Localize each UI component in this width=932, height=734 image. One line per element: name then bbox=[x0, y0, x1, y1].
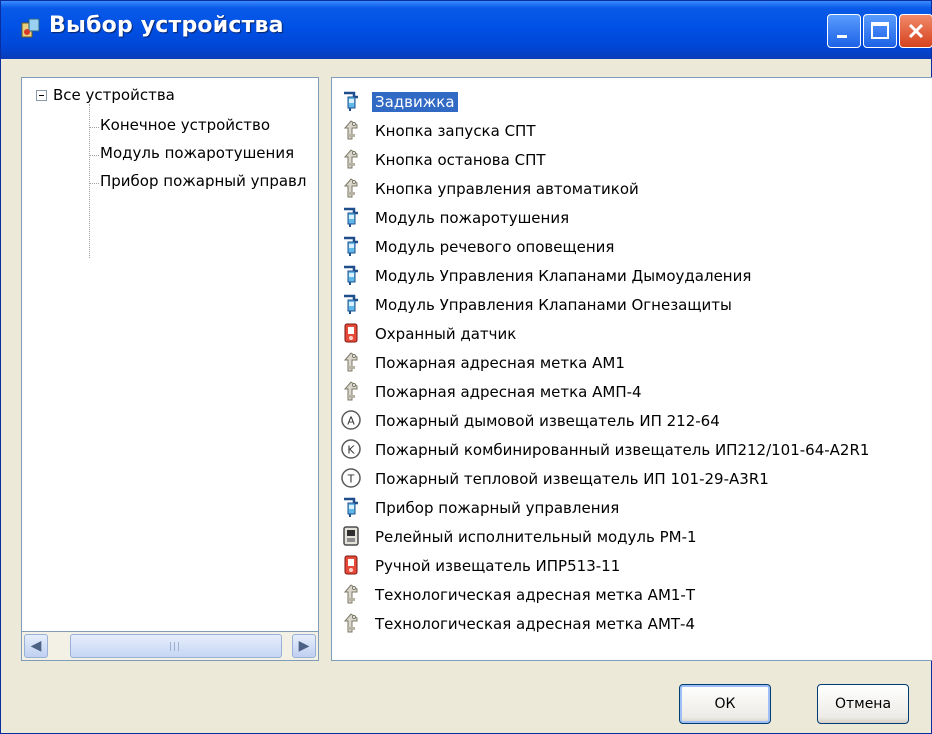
maximize-icon bbox=[871, 22, 889, 39]
grip-icon: ||| bbox=[169, 642, 182, 652]
tree-node-fire-control-device[interactable]: Прибор пожарный управл bbox=[100, 172, 306, 190]
address-tag-icon bbox=[340, 148, 362, 170]
device-label: Кнопка останова СПТ bbox=[375, 151, 546, 169]
device-label: Релейный исполнительный модуль РМ-1 bbox=[375, 528, 697, 546]
valve-icon bbox=[340, 206, 362, 228]
title-bar[interactable]: Выбор устройства bbox=[1, 1, 932, 59]
device-label: Модуль Управления Клапанами Огнезащиты bbox=[375, 296, 732, 314]
device-label: Пожарная адресная метка АМП-4 bbox=[375, 383, 642, 401]
address-tag-icon bbox=[340, 177, 362, 199]
ok-button[interactable]: ОК bbox=[679, 684, 771, 724]
window-title: Выбор устройства bbox=[49, 13, 284, 38]
device-label: Модуль Управления Клапанами Дымоудаления bbox=[375, 267, 752, 285]
address-tag-icon bbox=[340, 583, 362, 605]
red-sensor-icon bbox=[340, 322, 362, 344]
valve-icon bbox=[340, 264, 362, 286]
cancel-button[interactable]: Отмена bbox=[817, 684, 909, 724]
minimize-button[interactable] bbox=[827, 14, 861, 48]
device-list[interactable]: Задвижка Кнопка запуска СПТ Кнопка останов… bbox=[331, 77, 932, 661]
circle-k-icon: K bbox=[340, 438, 362, 460]
svg-text:A: A bbox=[347, 415, 355, 428]
device-label: Ручной извещатель ИПР513-11 bbox=[375, 557, 621, 575]
svg-text:T: T bbox=[347, 473, 355, 486]
device-category-tree[interactable]: Все устройства Конечное устройство Модул… bbox=[21, 77, 319, 661]
circle-a-icon: A bbox=[340, 409, 362, 431]
arrow-right-icon: ▶ bbox=[298, 638, 310, 654]
close-button[interactable] bbox=[899, 14, 932, 48]
close-icon bbox=[908, 23, 924, 39]
svg-text:K: K bbox=[347, 444, 355, 457]
address-tag-icon bbox=[340, 612, 362, 634]
device-label: Пожарный комбинированный извещатель ИП21… bbox=[375, 441, 870, 459]
tree-node-fire-module[interactable]: Модуль пожаротушения bbox=[100, 144, 294, 162]
tree-connector-line bbox=[89, 127, 99, 128]
valve-icon bbox=[340, 496, 362, 518]
device-label: Прибор пожарный управления bbox=[375, 499, 620, 517]
address-tag-icon bbox=[340, 119, 362, 141]
device-selection-dialog: Выбор устройства Все устройства Конечное… bbox=[0, 0, 932, 734]
maximize-button[interactable] bbox=[863, 14, 897, 48]
tree-connector-line bbox=[89, 155, 99, 156]
tree-node-all-devices[interactable]: Все устройства bbox=[53, 86, 175, 104]
relay-module-icon bbox=[340, 525, 362, 547]
red-sensor-icon bbox=[340, 554, 362, 576]
scroll-right-button[interactable]: ▶ bbox=[292, 634, 316, 658]
valve-icon bbox=[340, 293, 362, 315]
scrollbar-thumb[interactable]: ||| bbox=[70, 634, 282, 658]
circle-t-icon: T bbox=[340, 467, 362, 489]
device-label: Модуль пожаротушения bbox=[375, 209, 570, 227]
device-label: Модуль речевого оповещения bbox=[375, 238, 615, 256]
collapse-icon[interactable] bbox=[36, 90, 47, 101]
address-tag-icon bbox=[340, 351, 362, 373]
device-label: Кнопка запуска СПТ bbox=[375, 122, 536, 140]
device-label: Технологическая адресная метка АМТ-4 bbox=[375, 615, 696, 633]
device-label: Кнопка управления автоматикой bbox=[375, 180, 639, 198]
tree-node-end-device[interactable]: Конечное устройство bbox=[100, 116, 270, 134]
arrow-left-icon: ◀ bbox=[30, 638, 42, 654]
app-icon bbox=[21, 18, 40, 38]
valve-icon bbox=[340, 90, 362, 112]
scroll-left-button[interactable]: ◀ bbox=[24, 634, 48, 658]
device-label: Пожарная адресная метка АМ1 bbox=[375, 354, 625, 372]
address-tag-icon bbox=[340, 380, 362, 402]
device-label: Пожарный тепловой извещатель ИП 101-29-A… bbox=[375, 470, 769, 488]
device-label: Задвижка bbox=[372, 92, 458, 112]
device-label: Охранный датчик bbox=[375, 325, 517, 343]
minimize-icon bbox=[837, 35, 847, 38]
device-label: Технологическая адресная метка АМ1-Т bbox=[375, 586, 696, 604]
horizontal-scrollbar[interactable]: ◀ ||| ▶ bbox=[21, 631, 319, 661]
device-label: Пожарный дымовой извещатель ИП 212-64 bbox=[375, 412, 720, 430]
valve-icon bbox=[340, 235, 362, 257]
tree-connector-line bbox=[89, 183, 99, 184]
